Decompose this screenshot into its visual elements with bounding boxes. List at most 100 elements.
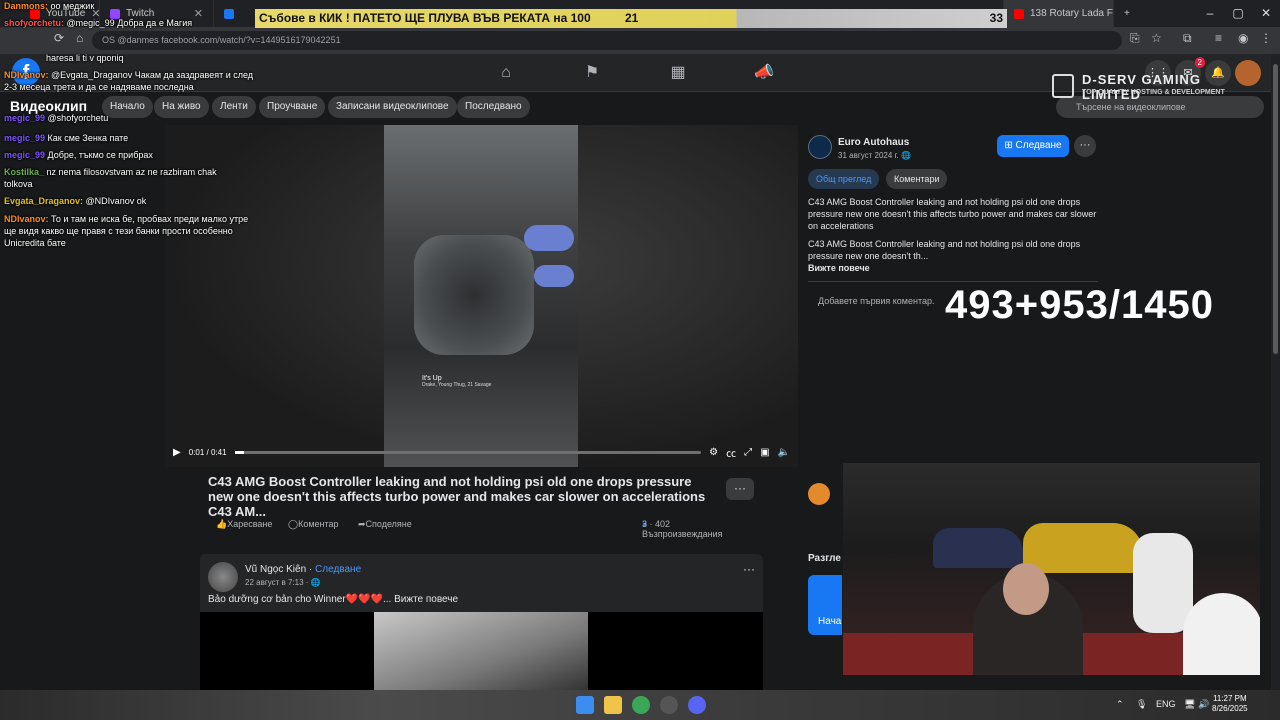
post-author: Vũ Ngọc Kiên · Следване (245, 564, 362, 575)
follow-button[interactable]: ⊞ Следване (997, 135, 1069, 157)
volume-icon[interactable]: 🔊 (1198, 699, 1209, 710)
chat-message: megic_99 @shofyorchetu (4, 113, 109, 123)
bookmark-star-icon[interactable]: ☆ (1151, 31, 1162, 45)
pages-nav-icon[interactable]: ⚑ (581, 62, 603, 84)
see-more-link[interactable]: Вижте повече (808, 263, 870, 273)
person-image (1183, 593, 1260, 675)
language-indicator[interactable]: ENG (1156, 699, 1176, 709)
home-icon[interactable]: ⌂ (76, 31, 83, 45)
home-nav-icon[interactable]: ⌂ (495, 62, 517, 84)
page-name[interactable]: Euro Autohaus (838, 137, 909, 148)
app-icon[interactable] (660, 696, 678, 714)
video-progress-bar[interactable] (234, 450, 702, 454)
music-sticker: It's Up Drake, Young Thug, 21 Savage (422, 375, 492, 388)
microphone-icon[interactable]: 🎙 (1136, 699, 1147, 710)
tab-rotary-lada[interactable]: 138 Rotary Lada FIR✕ (1004, 0, 1114, 27)
video-controls: ▶ 0:01 / 0:41 ⚙ ㏄ ⤢ ▣ 🔈 (165, 437, 798, 467)
server-icon (1052, 74, 1074, 98)
system-clock[interactable]: 11:27 PM 8/26/2025 (1212, 694, 1248, 714)
window-controls: – ▢ ✕ (1196, 0, 1280, 27)
url-input[interactable]: OS @danmes facebook.com/watch/?v=1449516… (92, 31, 1122, 50)
post-description-truncated: C43 AMG Boost Controller leaking and not… (808, 239, 1081, 261)
marketplace-nav-icon[interactable]: ▦ (667, 62, 689, 84)
tab-comments[interactable]: Коментари (886, 169, 948, 189)
close-window-icon[interactable]: ✕ (1252, 0, 1280, 27)
tab-following[interactable]: Последвано (457, 96, 530, 118)
tray-chevron-icon[interactable]: ⌃ (1116, 699, 1124, 710)
minimize-icon[interactable]: – (1196, 0, 1224, 27)
share-button[interactable]: ➦ Споделяне (358, 519, 412, 530)
cast-icon[interactable]: ⎘ (1130, 31, 1140, 46)
file-explorer-icon[interactable] (604, 696, 622, 714)
feed-post: Vũ Ngọc Kiên · Следване 22 август в 7:13… (200, 554, 763, 690)
stream-banner: Събове в КИК ! ПАТЕТО ЩЕ ПЛУВА ВЪВ РЕКАТ… (255, 9, 1007, 28)
tab-saved-videos[interactable]: Записани видеоклипове (328, 96, 457, 118)
add-first-comment[interactable]: Добавете първия коментар. (818, 296, 935, 306)
chat-message: shofyorchetu: @megic_99 Добра да е Магия (4, 18, 193, 28)
profile-icon[interactable]: ◉ (1238, 31, 1248, 45)
page-more-button[interactable]: ··· (1074, 135, 1096, 157)
glove-image (524, 225, 574, 251)
chat-message: NDIvanov: То и там не иска бе, пробвах п… (4, 214, 249, 248)
chat-message: megic_99 Как сме Зенка пате (4, 133, 129, 143)
play-icon[interactable]: ▶ (173, 447, 181, 458)
chat-message: Danmons: оо меджик (4, 1, 95, 11)
maximize-icon[interactable]: ▢ (1224, 0, 1252, 27)
captions-icon[interactable]: ㏄ (726, 445, 736, 460)
reload-icon[interactable]: ⟳ (54, 31, 64, 45)
video-player[interactable]: It's Up Drake, Young Thug, 21 Savage ▶ 0:… (165, 125, 798, 467)
tab-search-icon[interactable]: ≡ (1215, 31, 1222, 45)
post-actions: 👍 Харесване ◯ Коментар ➦ Споделяне ● 3 ·… (216, 519, 723, 539)
reaction-avatar (808, 483, 830, 505)
fullscreen-icon[interactable]: ⤢ (744, 447, 752, 458)
page-avatar[interactable] (808, 135, 832, 159)
tab-overview[interactable]: Общ преглед (808, 169, 880, 189)
globe-icon: 🌐 (310, 578, 321, 587)
car-image (1023, 523, 1143, 573)
post-date: 31 август 2024 г. 🌐 (838, 151, 911, 160)
tab-explore[interactable]: Проучване (259, 96, 326, 118)
chat-message: Evgata_Draganov: @NDIvanov ok (4, 196, 147, 206)
like-button[interactable]: 👍 Харесване (216, 519, 272, 530)
scrollbar-thumb[interactable] (1273, 64, 1278, 354)
follow-icon: ⊞ (1004, 140, 1016, 151)
video-title: C43 AMG Boost Controller leaking and not… (208, 474, 706, 519)
post-video-thumbnail[interactable] (200, 612, 763, 690)
side-section-label: Разгле (808, 553, 841, 564)
avatar[interactable] (208, 562, 238, 592)
youtube-icon (1014, 8, 1024, 19)
follow-link[interactable]: Следване (315, 564, 361, 575)
glove-image (534, 265, 574, 287)
windows-start-icon[interactable] (576, 696, 594, 714)
network-icon[interactable]: 🖥 (1184, 699, 1195, 710)
side-card-label: Нача (818, 616, 842, 627)
discord-icon[interactable] (688, 696, 706, 714)
settings-gear-icon[interactable]: ⚙ (709, 447, 718, 458)
extensions-icon[interactable]: ⧉ (1183, 31, 1192, 46)
car-image (933, 528, 1023, 568)
divider (808, 281, 1098, 282)
new-tab-button[interactable]: + (1114, 0, 1138, 27)
webcam-overlay (843, 463, 1260, 675)
banner-count: 33 (989, 11, 1003, 25)
chrome-icon[interactable] (632, 696, 650, 714)
thumbnail-image (374, 612, 588, 690)
gaming-chair-image (1133, 533, 1193, 633)
pip-icon[interactable]: ▣ (760, 447, 769, 458)
video-time: 0:01 / 0:41 (188, 447, 227, 457)
post-menu-icon[interactable]: ··· (743, 562, 755, 576)
post-date: 22 август в 7:13 · 🌐 (245, 578, 321, 587)
page-scrollbar[interactable] (1271, 54, 1280, 690)
banner-count: 21 (625, 11, 639, 25)
chat-message: NDIvanov: @Evgata_Draganov Чакам да зазд… (4, 70, 254, 92)
menu-icon[interactable]: ⋮ (1260, 31, 1272, 45)
volume-icon[interactable]: 🔈 (778, 447, 790, 458)
chat-message: haresa li ti v qponiq (46, 53, 124, 63)
address-bar-row: ⟳ ⌂ OS @danmes facebook.com/watch/?v=144… (0, 27, 1280, 54)
ads-nav-icon[interactable]: 📣 (753, 62, 775, 84)
video-progress-fill (234, 450, 244, 454)
chat-message: megic_99 Добре, тъкмо се прибрах (4, 150, 153, 160)
comment-button[interactable]: ◯ Коментар (288, 519, 339, 530)
more-options-button[interactable]: ··· (726, 478, 754, 500)
engine-image (414, 235, 534, 355)
